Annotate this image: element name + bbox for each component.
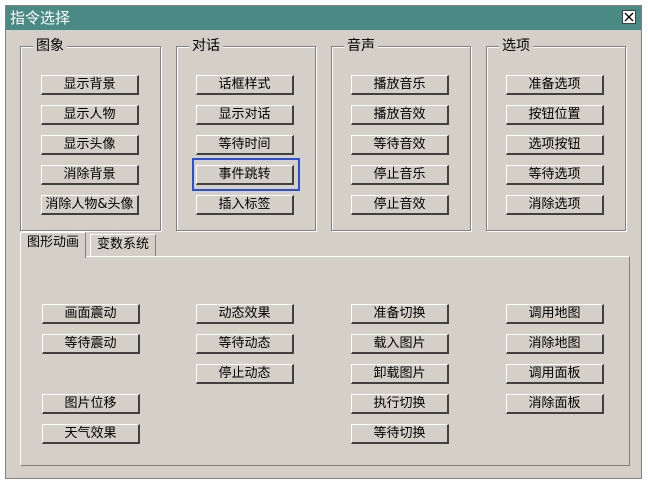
play-music-button[interactable]: 播放音乐 [351,75,449,95]
wait-time-button[interactable]: 等待时间 [196,135,294,155]
button-position-button[interactable]: 按钮位置 [506,105,604,125]
call-panel-button[interactable]: 调用面板 [506,364,604,384]
group-image: 图象 显示背景 显示人物 显示头像 消除背景 消除人物&头像 [20,38,161,231]
stop-music-button[interactable]: 停止音乐 [351,165,449,185]
group-label-options: 选项 [499,38,533,54]
tab-graphics-animation[interactable]: 图形动画 [20,232,87,258]
show-dialog-button[interactable]: 显示对话 [196,105,294,125]
image-move-button[interactable]: 图片位移 [42,394,140,414]
command-select-window: 指令选择 图象 显示背景 显示人物 显示头像 消除背景 消除人物&头像 对话 话… [5,5,642,479]
window-title: 指令选择 [10,9,71,27]
show-background-button[interactable]: 显示背景 [41,75,139,95]
group-sound: 音声 播放音乐 播放音效 等待音效 停止音乐 停止音效 [331,38,471,231]
option-button-button[interactable]: 选项按钮 [506,135,604,155]
unload-image-button[interactable]: 卸载图片 [351,364,449,384]
screen-shake-button[interactable]: 画面震动 [42,304,140,324]
prepare-transition-button[interactable]: 准备切换 [351,304,449,324]
show-portrait-button[interactable]: 显示头像 [41,135,139,155]
dialog-style-button[interactable]: 话框样式 [196,75,294,95]
wait-sound-effect-button[interactable]: 等待音效 [351,135,449,155]
play-sound-effect-button[interactable]: 播放音效 [351,105,449,125]
insert-label-button[interactable]: 插入标签 [196,195,294,215]
title-bar[interactable]: 指令选择 [6,6,641,30]
wait-animation-button[interactable]: 等待动态 [196,334,294,354]
close-icon[interactable] [622,10,636,24]
show-character-button[interactable]: 显示人物 [41,105,139,125]
wait-shake-button[interactable]: 等待震动 [42,334,140,354]
tab-variable-system[interactable]: 变数系统 [90,234,157,257]
group-label-sound: 音声 [344,38,378,54]
tab-panel: 画面震动 等待震动 图片位移 天气效果 动态效果 等待动态 停止动态 准备切换 … [20,256,630,466]
wait-options-button[interactable]: 等待选项 [506,165,604,185]
clear-map-button[interactable]: 消除地图 [506,334,604,354]
group-dialog: 对话 话框样式 显示对话 等待时间 事件跳转 插入标签 [176,38,316,231]
clear-options-button[interactable]: 消除选项 [506,195,604,215]
group-options: 选项 准备选项 按钮位置 选项按钮 等待选项 消除选项 [486,38,626,231]
prepare-options-button[interactable]: 准备选项 [506,75,604,95]
animation-effect-button[interactable]: 动态效果 [196,304,294,324]
clear-background-button[interactable]: 消除背景 [41,165,139,185]
call-map-button[interactable]: 调用地图 [506,304,604,324]
stop-animation-button[interactable]: 停止动态 [196,364,294,384]
clear-character-portrait-button[interactable]: 消除人物&头像 [41,195,139,215]
wait-transition-button[interactable]: 等待切换 [351,424,449,444]
clear-panel-button[interactable]: 消除面板 [506,394,604,414]
group-label-dialog: 对话 [189,38,223,54]
weather-effect-button[interactable]: 天气效果 [42,424,140,444]
execute-transition-button[interactable]: 执行切换 [351,394,449,414]
group-label-image: 图象 [33,38,67,54]
event-jump-button[interactable]: 事件跳转 [196,165,294,185]
load-image-button[interactable]: 载入图片 [351,334,449,354]
stop-sound-effect-button[interactable]: 停止音效 [351,195,449,215]
